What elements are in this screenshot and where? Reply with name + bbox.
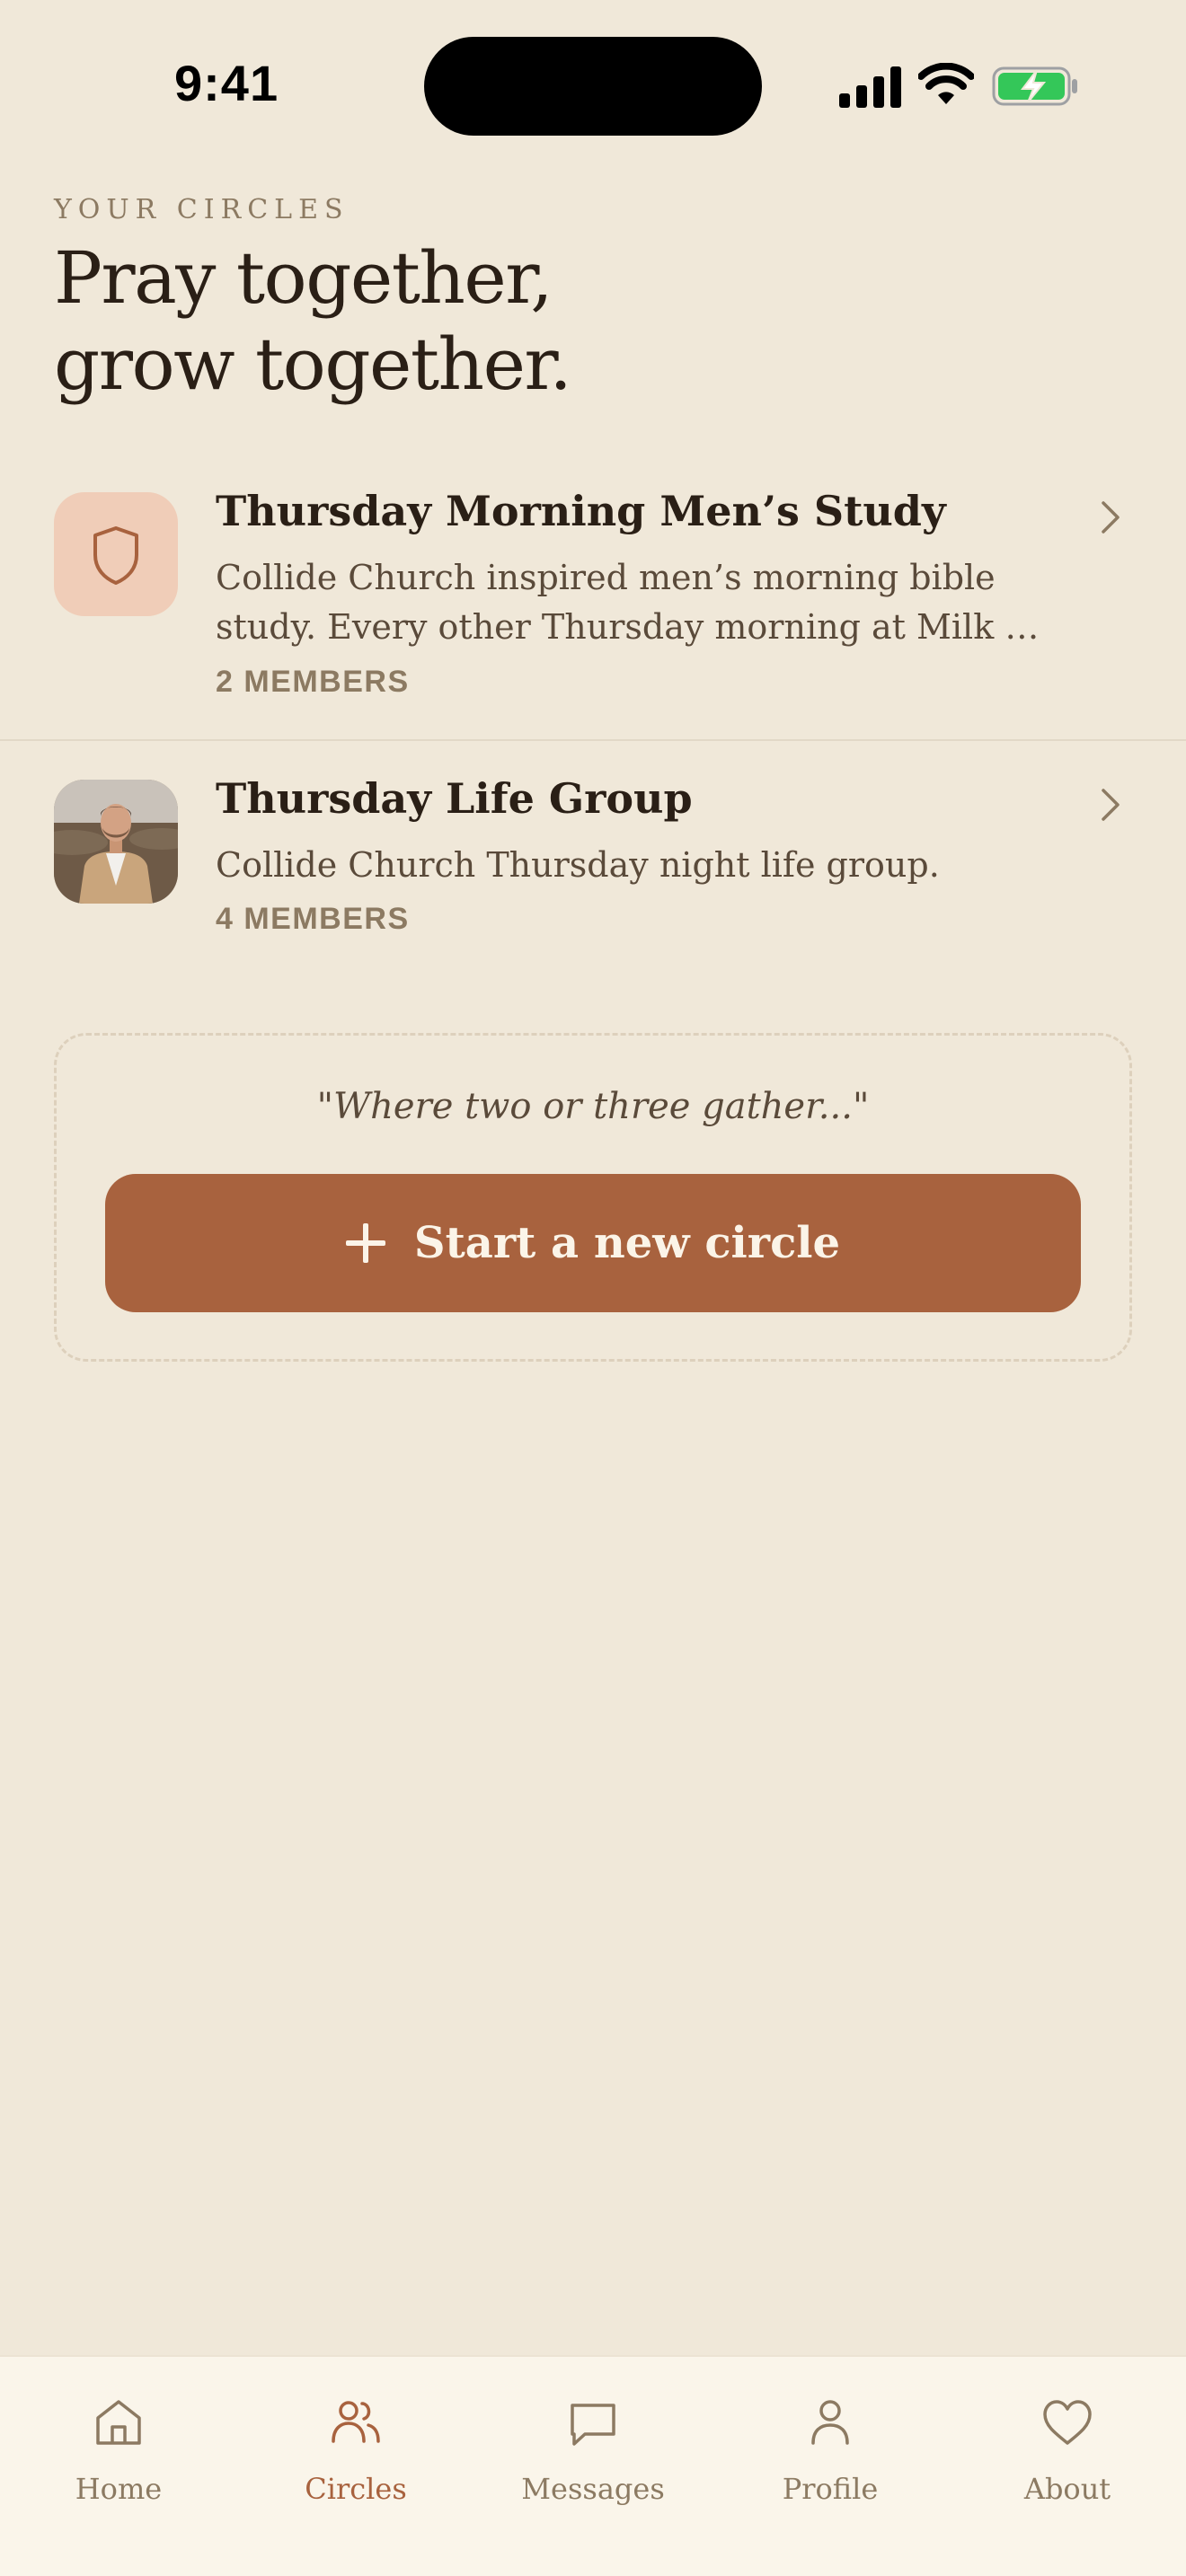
status-time: 9:41 [174,55,279,111]
person-icon [811,2400,849,2445]
circle-description: Collide Church Thursday night life group… [216,845,940,885]
start-new-circle-button[interactable]: Start a new circle [105,1174,1081,1312]
plus-icon [345,1223,385,1263]
section-eyebrow: YOUR CIRCLES [54,194,350,225]
tab-bar: Home Circles Messages Profile About [0,2355,1186,2576]
chevron-right-icon [1102,789,1120,821]
tab-about[interactable]: About [949,2393,1186,2527]
new-circle-card: "Where two or three gather..." Start a n… [54,1033,1132,1362]
tab-circles-label: Circles [305,2472,407,2506]
circle-icon-tile [54,492,178,616]
circle-name: Thursday Life Group [216,774,693,823]
chat-bubble-icon [571,2404,615,2446]
avatar [54,780,178,904]
chevron-right-icon [1102,501,1120,534]
page-title-line-2: grow together. [54,322,572,406]
people-icon [332,2401,380,2443]
circle-list-item[interactable]: Thursday Life Group Collide Church Thurs… [0,754,1186,961]
tab-circles[interactable]: Circles [237,2393,474,2527]
shield-icon [93,526,138,585]
home-icon [96,2400,141,2445]
tab-about-label: About [1023,2472,1111,2506]
tab-home[interactable]: Home [0,2393,237,2527]
scripture-quote: "Where two or three gather..." [316,1086,870,1127]
tab-messages[interactable]: Messages [474,2393,712,2527]
wifi-icon [918,63,974,104]
circle-member-count: 4 MEMBERS [216,902,410,936]
heart-icon [1043,2400,1092,2445]
tab-profile-label: Profile [782,2472,879,2506]
circle-list-item[interactable]: Thursday Morning Men’s Study Collide Chu… [0,467,1186,741]
cellular-signal-icon [839,65,902,108]
circle-member-count: 2 MEMBERS [216,665,410,699]
start-new-circle-label: Start a new circle [413,1218,841,1268]
tab-messages-label: Messages [521,2472,665,2506]
page-title-line-1: Pray together, [54,236,553,320]
tab-home-label: Home [75,2472,163,2506]
dynamic-island [424,37,762,136]
tab-profile[interactable]: Profile [712,2393,949,2527]
circle-description: Collide Church inspired men’s morning bi… [216,558,1036,647]
circle-name: Thursday Morning Men’s Study [216,487,946,535]
member-photo [54,780,178,904]
status-bar: 9:41 [0,0,1186,171]
battery-charging-icon [992,66,1077,106]
page-title: Pray together, grow together. [54,235,863,408]
